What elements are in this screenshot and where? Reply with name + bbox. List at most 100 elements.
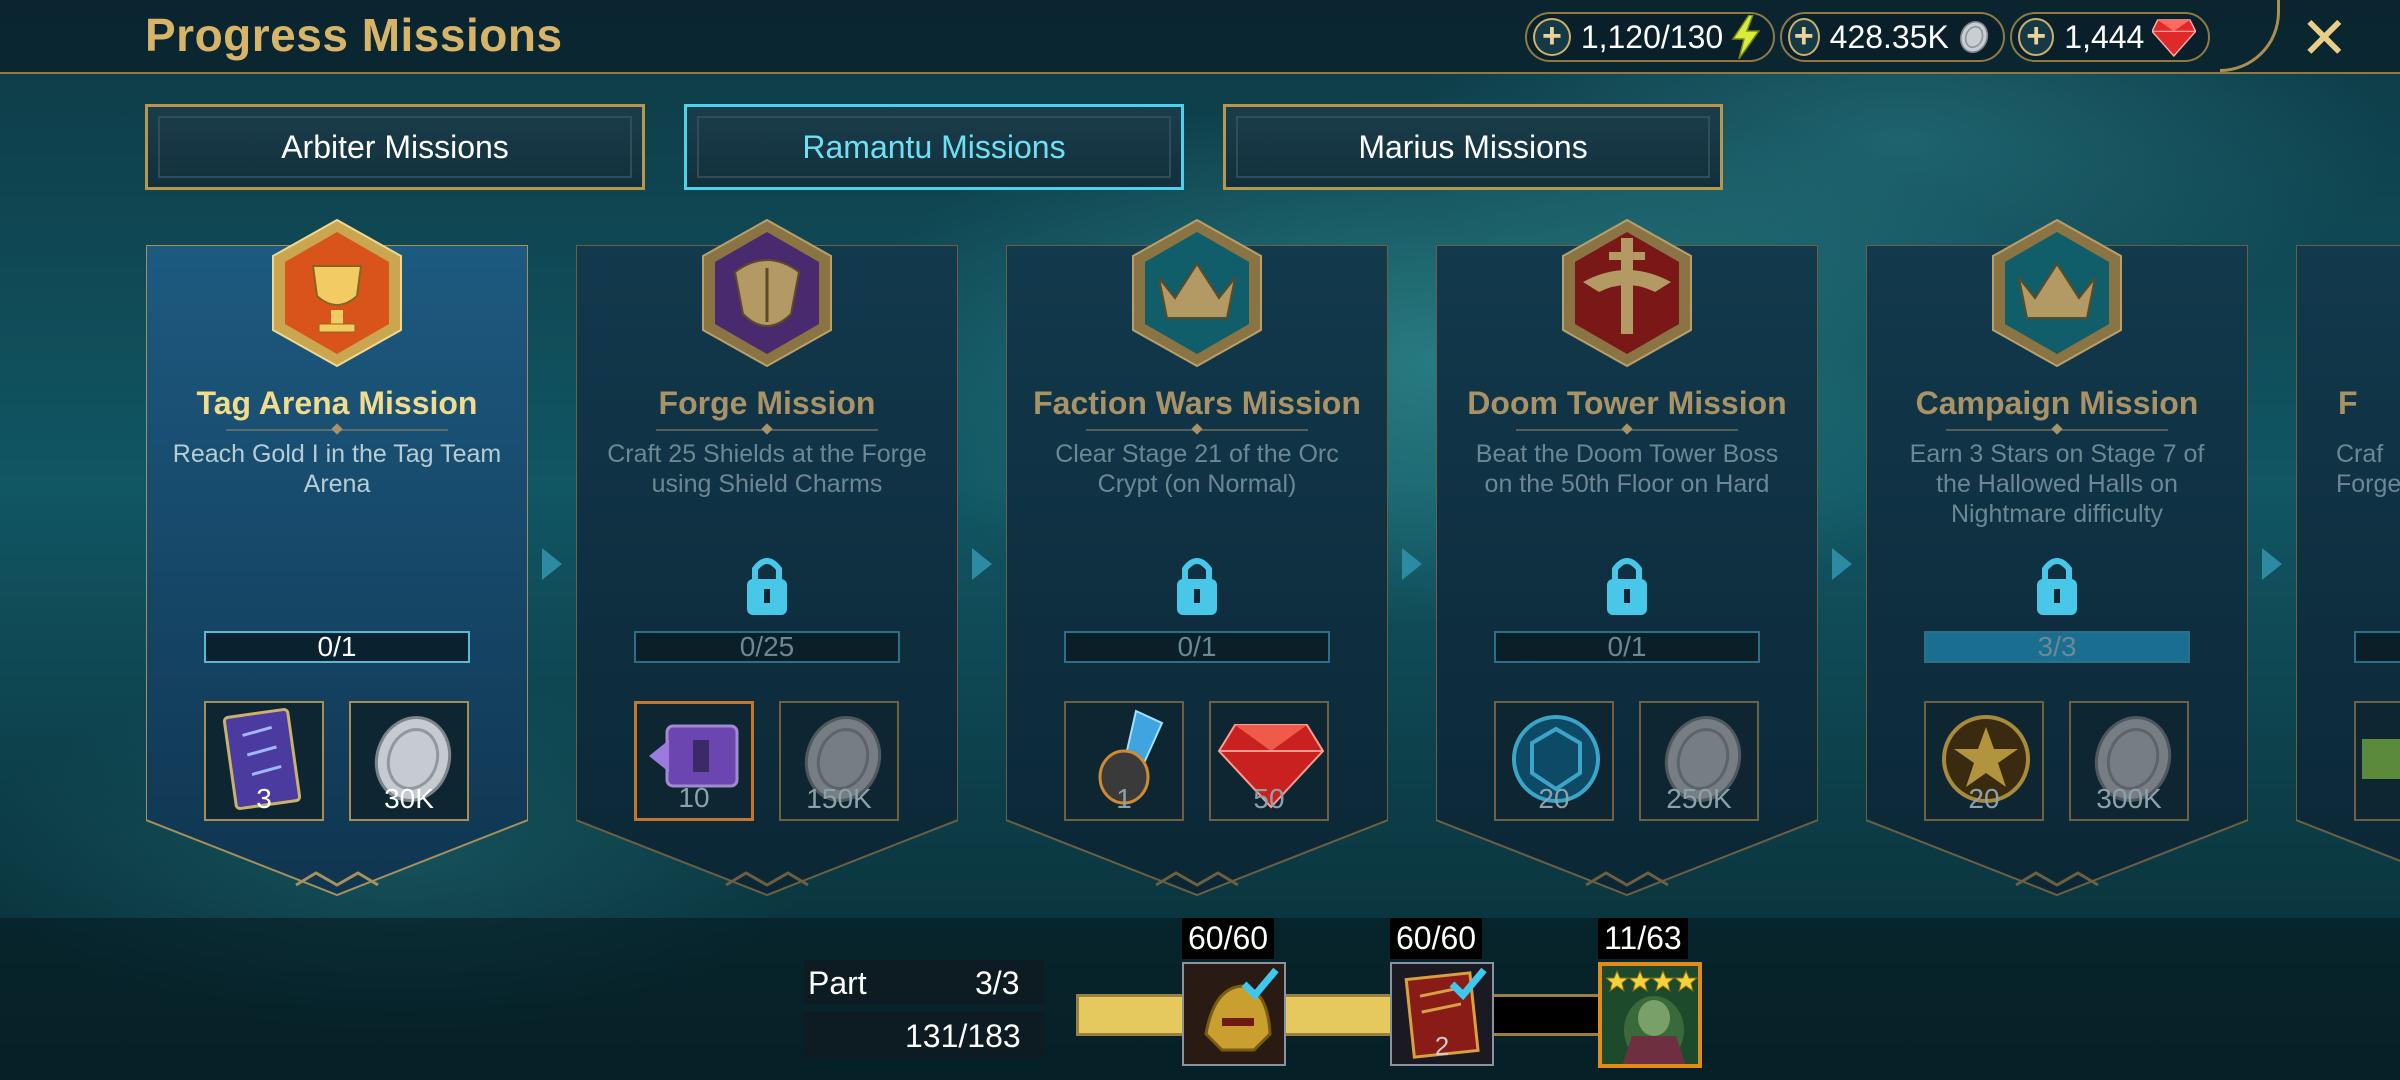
progress-text: 0/1	[1607, 631, 1647, 662]
reward-quantity: 50	[1253, 783, 1285, 814]
reward-quantity: 300K	[2096, 783, 2162, 814]
corner-ornament	[2220, 0, 2280, 72]
milestone-reward[interactable]	[1182, 962, 1286, 1066]
reward-slot[interactable]: 300K	[2069, 701, 2189, 821]
milestone-count: 60/60	[1390, 918, 1483, 959]
chevron-right-icon	[1832, 548, 1852, 580]
mission-progress-bar	[2354, 631, 2400, 663]
reward-slot[interactable]: 150K	[779, 701, 899, 821]
tab-label: Marius Missions	[1358, 128, 1588, 165]
silver-currency[interactable]: + 428.35K	[1780, 12, 2005, 62]
reward-slot[interactable]: 30K	[349, 701, 469, 821]
divider	[1946, 429, 2168, 431]
mission-description: Craf Forge	[2336, 440, 2400, 498]
reward-quantity: 20	[1968, 783, 2000, 814]
part-label: Part	[808, 965, 867, 1001]
reward-slot[interactable]: 250K	[1639, 701, 1759, 821]
plus-icon[interactable]: +	[1533, 18, 1571, 56]
tab-label: Arbiter Missions	[281, 128, 509, 165]
progress-text: 0/1	[317, 631, 357, 662]
checkmark-icon	[1241, 967, 1279, 1000]
dragon-icon	[1562, 218, 1692, 368]
progress-text: 0/1	[1177, 631, 1217, 662]
reward-slot[interactable]: 20	[1924, 701, 2044, 821]
mission-description: Clear Stage 21 of the Orc Crypt (on Norm…	[1055, 440, 1339, 498]
reward-slot[interactable]: 50	[1209, 701, 1329, 821]
gem-value: 1,444	[2064, 18, 2145, 55]
plus-icon[interactable]: +	[1788, 18, 1820, 56]
energy-icon	[1731, 15, 1761, 59]
tab-arbiter-missions[interactable]: Arbiter Missions	[145, 104, 645, 190]
mission-description: Earn 3 Stars on Stage 7 of the Hallowed …	[1909, 440, 2205, 528]
reward-slot[interactable]: 10	[634, 701, 754, 821]
crown-icon	[1992, 218, 2122, 368]
trophy-icon	[272, 218, 402, 368]
mission-card-forge[interactable]: Forge Mission Craft 25 Shields at the Fo…	[576, 218, 958, 900]
reward-slot[interactable]: 1	[1064, 701, 1184, 821]
silver-value: 428.35K	[1829, 18, 1949, 55]
mission-progress-bar: 3/3	[1924, 631, 2190, 663]
mission-card-doom-tower[interactable]: Doom Tower Mission Beat the Doom Tower B…	[1436, 218, 1818, 900]
mission-title: F	[2338, 385, 2358, 421]
page-title: Progress Missions	[145, 9, 563, 61]
top-bar: Progress Missions + 1,120/130 + 428.35K …	[0, 0, 2400, 74]
mission-card-tag-arena[interactable]: Tag Arena Mission Reach Gold I in the Ta…	[146, 218, 528, 900]
gem-icon	[2152, 19, 2196, 57]
mission-progress-bar: 0/25	[634, 631, 900, 663]
reward-slot[interactable]	[2354, 701, 2400, 821]
milestone-champion-reward[interactable]	[1598, 962, 1702, 1068]
divider	[1516, 429, 1738, 431]
energy-currency[interactable]: + 1,120/130	[1525, 12, 1775, 62]
mission-card-campaign[interactable]: Campaign Mission Earn 3 Stars on Stage 7…	[1866, 218, 2248, 900]
silver-icon	[1959, 21, 1989, 53]
chevron-right-icon	[1402, 548, 1422, 580]
divider	[226, 429, 448, 431]
armor-icon	[702, 218, 832, 368]
reward-item-icon	[2362, 739, 2400, 779]
tab-ramantu-missions[interactable]: Ramantu Missions	[684, 104, 1184, 190]
mission-description: Beat the Doom Tower Boss on the 50th Flo…	[1475, 440, 1779, 498]
reward-quantity: 3	[256, 783, 272, 814]
milestone-count: 11/63	[1598, 918, 1688, 959]
tab-label: Ramantu Missions	[802, 128, 1066, 165]
mission-progress-bar: 0/1	[1494, 631, 1760, 663]
mission-card-faction-wars[interactable]: Faction Wars Mission Clear Stage 21 of t…	[1006, 218, 1388, 900]
lock-icon	[1177, 558, 1217, 615]
gem-currency[interactable]: + 1,444	[2010, 12, 2210, 62]
lock-icon	[2037, 558, 2077, 615]
reward-quantity: 150K	[806, 783, 872, 814]
reward-quantity: 1	[1116, 783, 1132, 814]
mission-title: Forge Mission	[658, 385, 876, 421]
mission-title: Campaign Mission	[1915, 385, 2199, 421]
checkmark-icon	[1449, 967, 1487, 1000]
reward-quantity: 20	[1538, 783, 1570, 814]
divider	[1086, 429, 1308, 431]
milestone-reward[interactable]: 2	[1390, 962, 1494, 1066]
reward-quantity: 30K	[384, 783, 434, 814]
lock-icon	[747, 558, 787, 615]
mission-description: Reach Gold I in the Tag Team Arena	[172, 440, 502, 498]
mission-title: Doom Tower Mission	[1467, 385, 1787, 421]
crown-icon	[1132, 218, 1262, 368]
progress-text: 3/3	[2037, 631, 2077, 662]
reward-slot[interactable]: 20	[1494, 701, 1614, 821]
energy-value: 1,120/130	[1580, 18, 1724, 55]
mission-progress-bar: 0/1	[204, 631, 470, 663]
plus-icon[interactable]: +	[2018, 18, 2055, 56]
mission-description: Craft 25 Shields at the Forge using Shie…	[607, 440, 927, 498]
close-icon[interactable]: ✕	[2300, 4, 2349, 72]
points-value: 131/183	[905, 1018, 1021, 1054]
milestone-count: 60/60	[1182, 918, 1275, 959]
mission-title: Tag Arena Mission	[196, 385, 478, 421]
tab-marius-missions[interactable]: Marius Missions	[1223, 104, 1723, 190]
part-value: 3/3	[975, 965, 1020, 1001]
progress-text: 0/25	[739, 631, 795, 662]
lock-icon	[1607, 558, 1647, 615]
divider	[656, 429, 878, 431]
milestone-quantity: 2	[1434, 1031, 1450, 1061]
mission-card-partial[interactable]: F Craf Forge	[2296, 245, 2400, 900]
reward-quantity: 250K	[1666, 783, 1732, 814]
reward-quantity: 10	[678, 782, 710, 813]
mission-title: Faction Wars Mission	[1033, 385, 1361, 421]
reward-slot[interactable]: 3	[204, 701, 324, 821]
